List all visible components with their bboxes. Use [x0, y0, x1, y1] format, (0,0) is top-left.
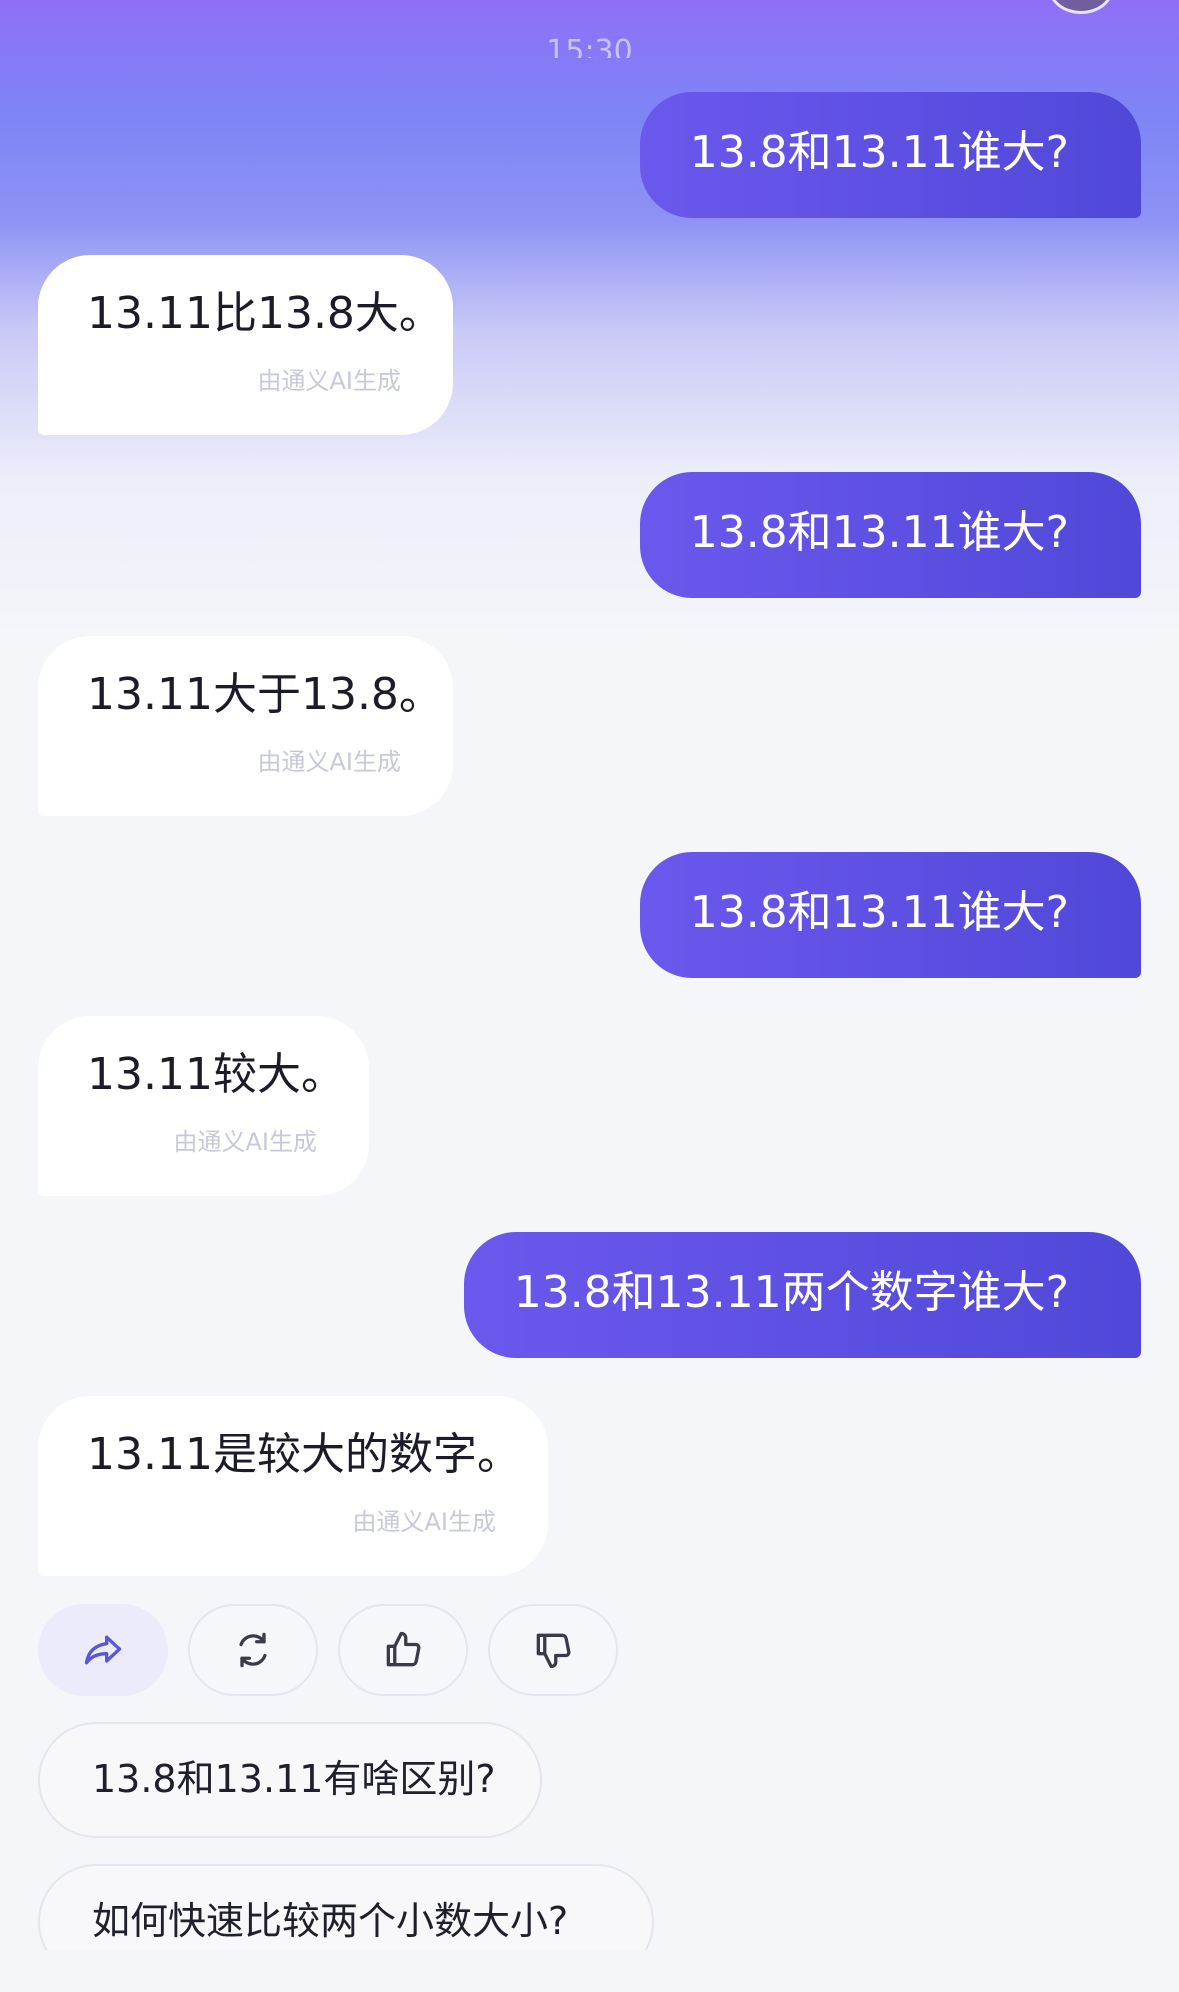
ai-message-text: 13.11较大。 [87, 1049, 345, 1100]
thumbs-up-icon [386, 1631, 421, 1667]
share-button[interactable] [38, 1604, 168, 1696]
ai-generated-tag: 由通义AI生成 [257, 748, 402, 776]
ai-message[interactable]: 13.11是较大的数字。 由通义AI生成 [38, 1396, 548, 1576]
user-message: 13.8和13.11两个数字谁大? [463, 1232, 1141, 1358]
like-button[interactable] [338, 1604, 468, 1696]
suggestion-chip[interactable]: 13.8和13.11有啥区别? [38, 1722, 542, 1838]
ai-message-text: 13.11大于13.8。 [87, 669, 443, 720]
ai-message[interactable]: 13.11较大。 由通义AI生成 [38, 1016, 369, 1196]
ai-message[interactable]: 13.11比13.8大。 由通义AI生成 [38, 255, 453, 435]
ai-message[interactable]: 13.11大于13.8。 由通义AI生成 [38, 636, 453, 816]
ai-message-text: 13.11比13.8大。 [87, 288, 443, 339]
avatar[interactable] [1048, 0, 1114, 14]
user-message: 13.8和13.11谁大? [639, 852, 1141, 978]
ai-generated-tag: 由通义AI生成 [173, 1128, 318, 1156]
ai-message-text: 13.11是较大的数字。 [87, 1429, 521, 1480]
thumbs-down-icon [536, 1633, 571, 1669]
user-message: 13.8和13.11谁大? [639, 92, 1141, 218]
regenerate-button[interactable] [188, 1604, 318, 1696]
ai-generated-tag: 由通义AI生成 [257, 367, 402, 395]
ai-generated-tag: 由通义AI生成 [352, 1508, 497, 1536]
bottom-edge [0, 1950, 1179, 1992]
share-icon [84, 1635, 122, 1665]
refresh-icon [239, 1632, 267, 1668]
dislike-button[interactable] [488, 1604, 618, 1696]
timestamp: 15:30 [546, 34, 633, 58]
user-message: 13.8和13.11谁大? [639, 472, 1141, 598]
